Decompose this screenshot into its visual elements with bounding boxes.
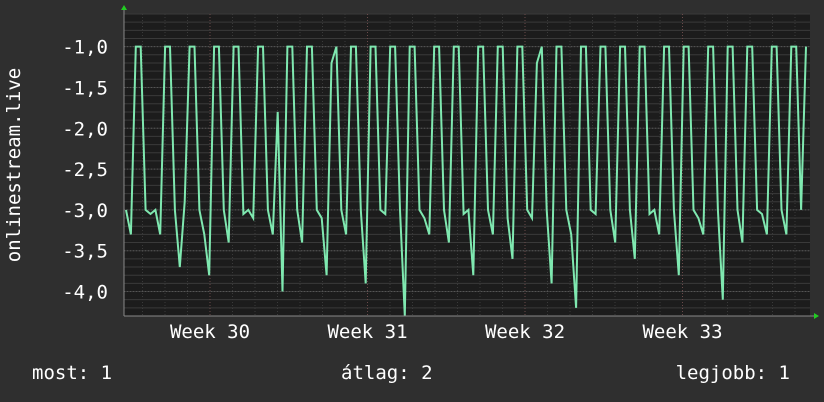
footer-current: most: 1 bbox=[32, 362, 113, 384]
y-tick-label: -1,5 bbox=[62, 77, 108, 99]
y-tick-label: -2,5 bbox=[62, 159, 108, 181]
y-tick-label: -4,0 bbox=[62, 282, 108, 304]
y-axis-arrow bbox=[121, 5, 127, 10]
x-tick-label: Week 31 bbox=[327, 321, 407, 343]
y-tick-label: -1,0 bbox=[62, 37, 108, 59]
x-tick-label: Week 30 bbox=[170, 321, 250, 343]
y-tick-label: -3,5 bbox=[62, 241, 108, 263]
y-tick-label: -3,0 bbox=[62, 200, 108, 222]
x-axis-arrow bbox=[814, 313, 819, 319]
x-tick-label: Week 33 bbox=[642, 321, 722, 343]
chart: -1,0 -1,5 -2,0 -2,5 -3,0 -3,5 -4,0 Week 30 Week … bbox=[62, 5, 819, 343]
x-tick-label: Week 32 bbox=[485, 321, 565, 343]
footer-best: legjobb: 1 bbox=[675, 362, 790, 384]
y-tick-label: -2,0 bbox=[62, 118, 108, 140]
chart-panel: -1,0 -1,5 -2,0 -2,5 -3,0 -3,5 -4,0 Week 30 Week … bbox=[0, 0, 824, 402]
footer-average: átlag: 2 bbox=[341, 362, 433, 384]
y-axis-label: onlinestream.live bbox=[3, 67, 25, 263]
